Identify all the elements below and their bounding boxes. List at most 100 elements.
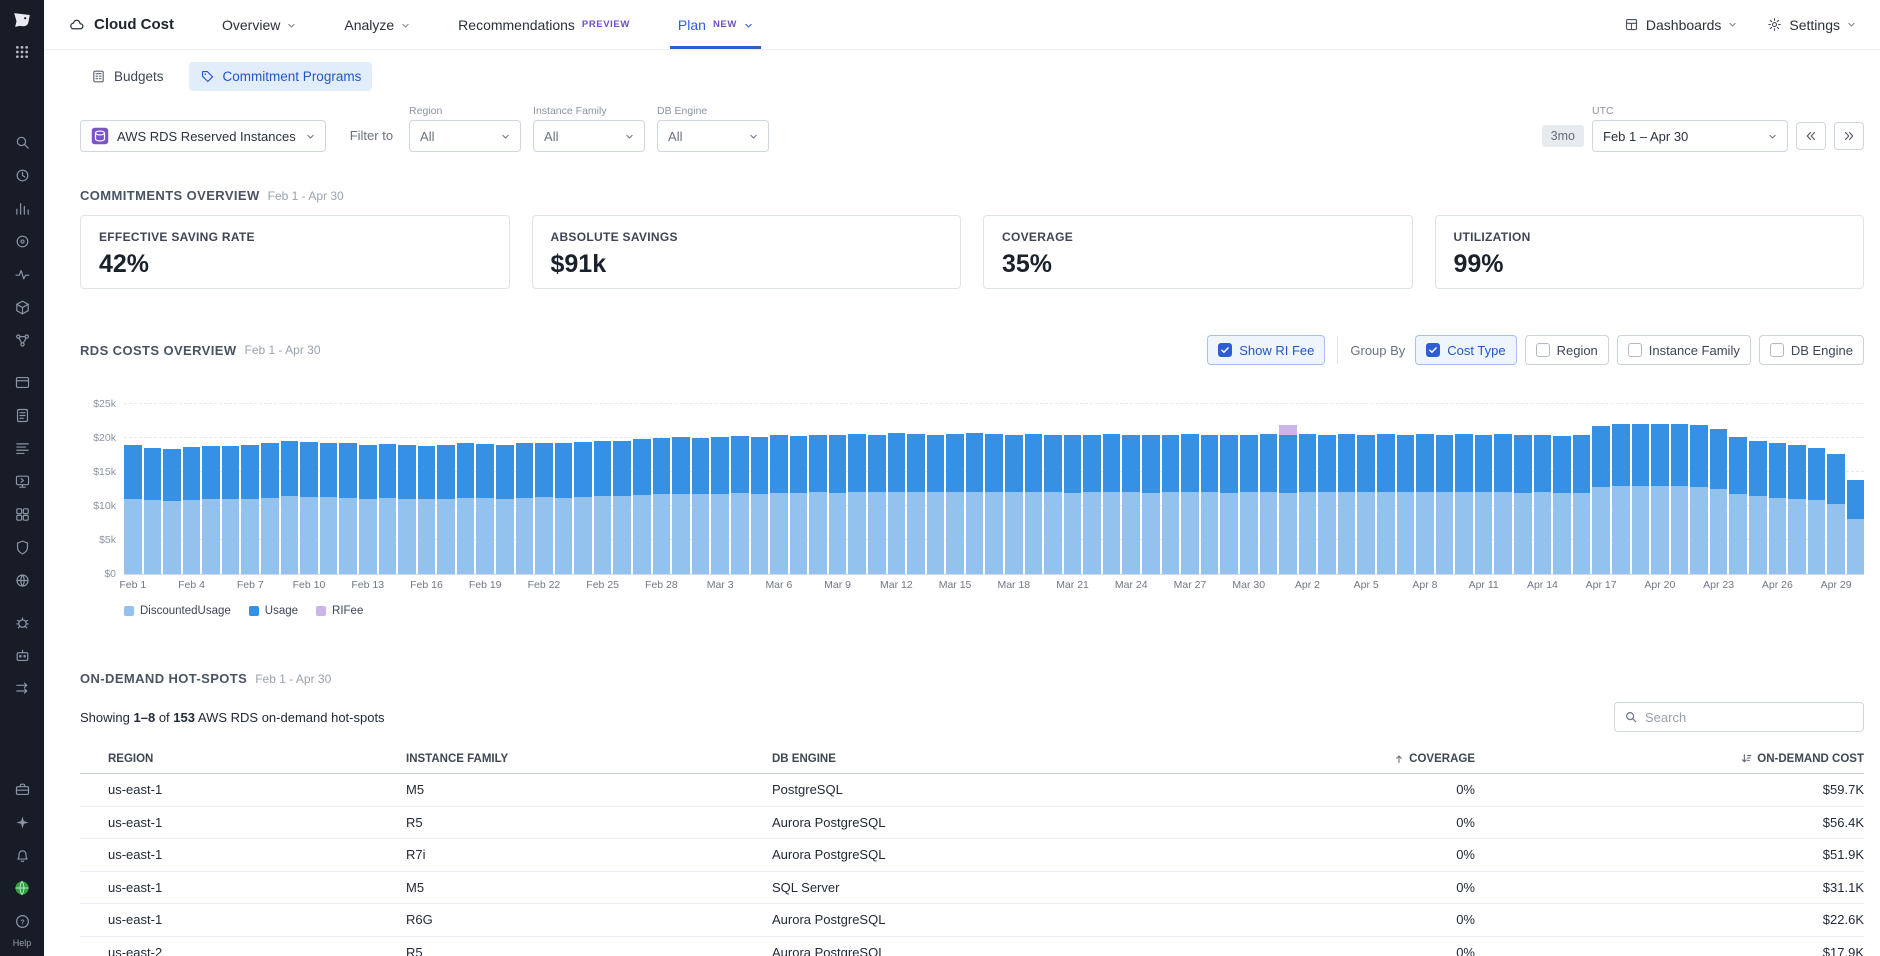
llm-icon[interactable]	[10, 643, 34, 667]
chart-bar[interactable]: Feb 7	[241, 445, 259, 574]
group-by-db-engine-checkbox[interactable]: DB Engine	[1759, 335, 1864, 365]
db-engine-filter-select[interactable]: All	[657, 120, 769, 152]
chart-bar[interactable]: Mar 6	[770, 435, 788, 574]
sparkle-icon[interactable]	[10, 810, 34, 834]
column-instance-family[interactable]: INSTANCE FAMILY	[406, 753, 772, 765]
chart-bar[interactable]	[379, 444, 397, 574]
history-icon[interactable]	[10, 163, 34, 187]
program-select[interactable]: AWS RDS Reserved Instances	[80, 120, 326, 152]
nav-overview[interactable]: Overview	[222, 0, 296, 49]
chart-bar[interactable]: Feb 28	[653, 438, 671, 574]
chart-bar[interactable]: Feb 19	[476, 444, 494, 574]
chart-bar[interactable]	[1044, 435, 1062, 574]
chart-bar[interactable]: Apr 14	[1534, 435, 1552, 574]
chart-bar[interactable]	[574, 442, 592, 574]
apm-icon[interactable]	[10, 262, 34, 286]
chart-bar[interactable]	[1162, 435, 1180, 574]
security-icon[interactable]	[10, 535, 34, 559]
chart-bar[interactable]	[1025, 434, 1043, 574]
date-range-select[interactable]: Feb 1 – Apr 30	[1592, 120, 1788, 152]
chart-bar[interactable]	[202, 446, 220, 575]
chart-bar[interactable]: Apr 11	[1475, 435, 1493, 574]
chart-bar[interactable]: Mar 18	[1005, 435, 1023, 574]
show-ri-fee-checkbox[interactable]: Show RI Fee	[1207, 335, 1325, 365]
table-row[interactable]: us-east-1R5Aurora PostgreSQL0%$56.4K	[80, 807, 1864, 840]
toolbox-icon[interactable]	[10, 777, 34, 801]
chart-bar[interactable]	[1260, 434, 1278, 574]
chart-bar[interactable]	[1494, 434, 1512, 574]
chart-bar[interactable]: Apr 20	[1651, 424, 1669, 574]
chart-bar[interactable]	[985, 434, 1003, 574]
chart-bar[interactable]	[672, 437, 690, 574]
chart-bar[interactable]: Feb 25	[594, 441, 612, 574]
datadog-logo-icon[interactable]	[10, 8, 34, 32]
chart-bar[interactable]	[907, 434, 925, 574]
column-coverage[interactable]: COVERAGE	[1192, 753, 1475, 765]
help-icon[interactable]: ?	[10, 909, 34, 933]
column-region[interactable]: REGION	[80, 753, 406, 765]
table-row[interactable]: us-east-1R6GAurora PostgreSQL0%$22.6K	[80, 904, 1864, 937]
group-by-region-checkbox[interactable]: Region	[1525, 335, 1609, 365]
chart-bar[interactable]: Mar 24	[1122, 435, 1140, 574]
chart-bar[interactable]	[144, 448, 162, 574]
chart-bar[interactable]	[1103, 434, 1121, 574]
chart-bar[interactable]	[1220, 435, 1238, 574]
chart-bar[interactable]	[437, 445, 455, 574]
chart-bar[interactable]	[320, 443, 338, 574]
logs-icon[interactable]	[10, 436, 34, 460]
chart-bar[interactable]: Mar 3	[711, 437, 729, 574]
chart-bar[interactable]	[496, 445, 514, 574]
chart-bar[interactable]: Feb 13	[359, 445, 377, 574]
chart-bar[interactable]	[1612, 424, 1630, 574]
chart-bar[interactable]	[1553, 436, 1571, 574]
chart-bar[interactable]	[555, 443, 573, 574]
chart-bar[interactable]	[751, 437, 769, 574]
chart-bar[interactable]	[457, 443, 475, 574]
chart-bar[interactable]	[1083, 435, 1101, 574]
chart-bar[interactable]	[790, 436, 808, 574]
chart-bar[interactable]	[1749, 441, 1767, 574]
chart-bar[interactable]: Mar 21	[1064, 435, 1082, 574]
integrations-icon[interactable]	[10, 502, 34, 526]
chart-bar[interactable]: Mar 27	[1181, 434, 1199, 574]
chart-bar[interactable]	[731, 436, 749, 574]
chart-bar[interactable]	[516, 443, 534, 574]
tab-budgets[interactable]: Budgets	[80, 62, 175, 91]
chart-bar[interactable]	[1436, 435, 1454, 574]
chart-bar[interactable]	[1514, 435, 1532, 574]
chart-bar[interactable]: Apr 8	[1416, 434, 1434, 574]
synthetics-icon[interactable]	[10, 568, 34, 592]
column-on-demand-cost[interactable]: ON-DEMAND COST	[1475, 752, 1864, 765]
chart-bar[interactable]: Mar 30	[1240, 435, 1258, 574]
chart-bar[interactable]: Feb 1	[124, 445, 142, 574]
chart-bar[interactable]	[1671, 424, 1689, 574]
settings-menu[interactable]: Settings	[1767, 17, 1856, 33]
chart-bar[interactable]	[848, 434, 866, 574]
search-icon[interactable]	[10, 130, 34, 154]
apps-grid-icon[interactable]	[10, 40, 34, 64]
table-row[interactable]: us-east-1M5PostgreSQL0%$59.7K	[80, 774, 1864, 807]
chart-bar[interactable]	[809, 435, 827, 574]
chart-bar[interactable]	[261, 443, 279, 574]
chart-bar[interactable]: Mar 15	[946, 434, 964, 574]
group-by-instance-family-checkbox[interactable]: Instance Family	[1617, 335, 1751, 365]
region-filter-select[interactable]: All	[409, 120, 521, 152]
notebooks-icon[interactable]	[10, 403, 34, 427]
chart-bar[interactable]	[1318, 435, 1336, 574]
chart-bar[interactable]	[1377, 434, 1395, 574]
chart-bar[interactable]: Mar 9	[829, 435, 847, 574]
chart-bar[interactable]	[281, 441, 299, 574]
legend-item-discountedusage[interactable]: DiscountedUsage	[124, 605, 231, 617]
chart-bar[interactable]	[692, 438, 710, 574]
chart-bar[interactable]	[868, 435, 886, 574]
chart-bar[interactable]	[1201, 435, 1219, 574]
chart-bar[interactable]	[966, 433, 984, 574]
chart-bar[interactable]: Feb 10	[300, 442, 318, 574]
chart-bar[interactable]: Apr 2	[1299, 434, 1317, 574]
metrics-icon[interactable]	[10, 196, 34, 220]
notifications-icon[interactable]	[10, 843, 34, 867]
chart-bar[interactable]	[613, 441, 631, 574]
rum-icon[interactable]	[10, 370, 34, 394]
chart-bar[interactable]: Apr 29	[1827, 454, 1845, 574]
watchdog-icon[interactable]	[10, 229, 34, 253]
